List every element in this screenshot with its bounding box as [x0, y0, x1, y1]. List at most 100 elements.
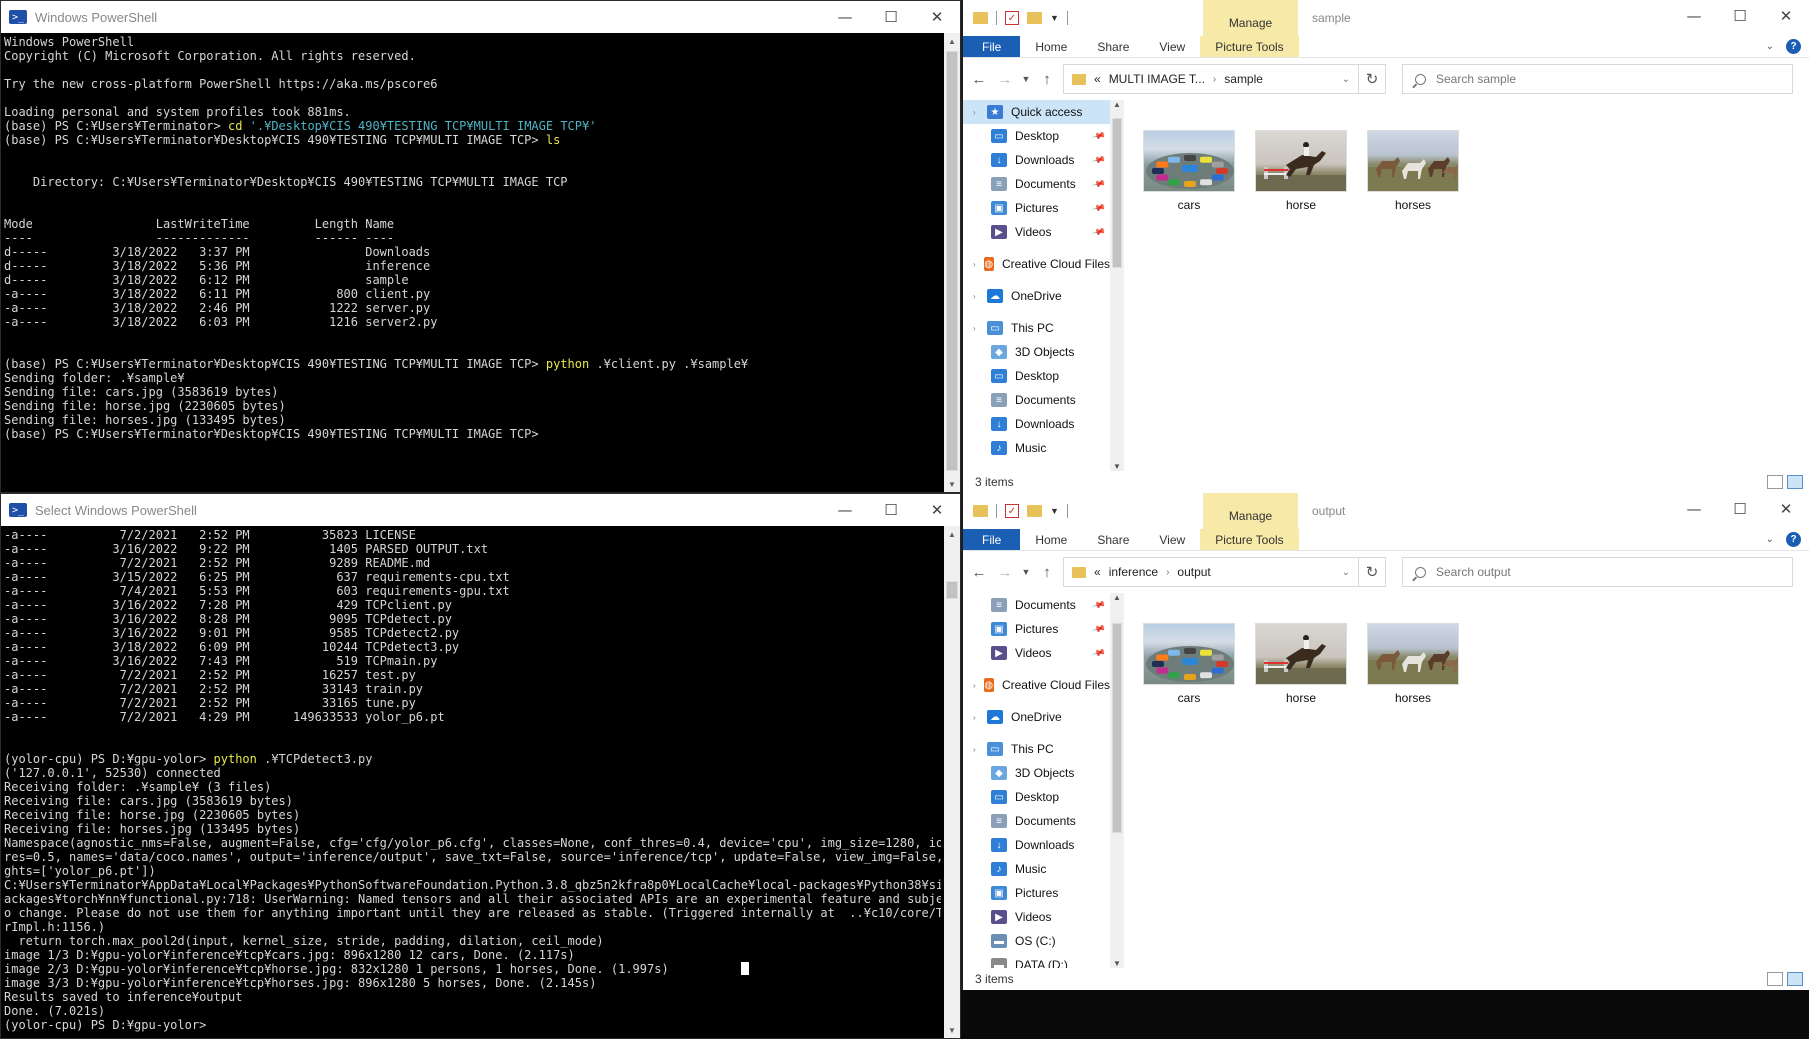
maximize-button[interactable]: ☐	[868, 494, 914, 526]
scrollbar-thumb[interactable]	[946, 581, 958, 599]
address-bar[interactable]: « MULTI IMAGE T... › sample ⌄	[1063, 64, 1359, 94]
scroll-down-arrow-icon[interactable]: ▼	[1110, 959, 1124, 968]
minimize-button[interactable]: —	[1671, 0, 1717, 32]
forward-arrow-icon[interactable]: →	[995, 71, 1015, 88]
breadcrumb-separator[interactable]: ›	[1213, 74, 1216, 85]
nav-item-3d-objects[interactable]: ◆ 3D Objects	[963, 761, 1110, 785]
breadcrumb-item[interactable]: output	[1177, 565, 1210, 579]
nav-item-pictures[interactable]: ▣ Pictures 📌	[963, 617, 1110, 641]
maximize-button[interactable]: ☐	[868, 1, 914, 33]
scrollbar-thumb[interactable]	[946, 51, 958, 471]
new-folder-icon[interactable]	[1027, 505, 1042, 517]
nav-item-desktop[interactable]: ▭ Desktop 📌	[963, 124, 1110, 148]
breadcrumb-separator[interactable]: ›	[1166, 567, 1169, 578]
image-thumbnail[interactable]	[1255, 130, 1347, 192]
close-button[interactable]: ✕	[1763, 493, 1809, 525]
expand-chevron-icon[interactable]: ›	[973, 745, 983, 754]
console-output[interactable]: Windows PowerShell Copyright (C) Microsof…	[1, 33, 944, 492]
help-icon[interactable]: ?	[1786, 532, 1801, 547]
tab-home[interactable]: Home	[1020, 36, 1082, 57]
minimize-button[interactable]: —	[822, 1, 868, 33]
nav-item-videos[interactable]: ▶ Videos 📌	[963, 641, 1110, 665]
refresh-button[interactable]: ↻	[1358, 64, 1386, 94]
image-thumbnail[interactable]	[1143, 623, 1235, 685]
tab-home[interactable]: Home	[1020, 529, 1082, 550]
customize-dropdown-icon[interactable]: ▼	[1050, 13, 1059, 23]
nav-item-creative-cloud-files[interactable]: › ◍ Creative Cloud Files	[963, 252, 1110, 276]
vertical-scrollbar[interactable]: ▲ ▼	[944, 33, 960, 492]
details-view-icon[interactable]	[1767, 972, 1783, 986]
tab-file[interactable]: File	[963, 36, 1021, 57]
explorer-window-sample[interactable]: ✓ ▼ Manage sample — ☐ ✕ File Home Share …	[961, 0, 1809, 493]
folder-icon[interactable]	[973, 12, 988, 24]
nav-item-desktop[interactable]: ▭ Desktop	[963, 785, 1110, 809]
scroll-up-arrow-icon[interactable]: ▲	[1110, 100, 1124, 109]
forward-arrow-icon[interactable]: →	[995, 564, 1015, 581]
address-bar[interactable]: « inference › output ⌄	[1063, 557, 1359, 587]
scrollbar-thumb[interactable]	[1112, 623, 1122, 833]
close-button[interactable]: ✕	[914, 1, 960, 33]
minimize-button[interactable]: —	[1671, 493, 1717, 525]
tab-picture-tools[interactable]: Picture Tools	[1200, 36, 1299, 57]
scroll-down-arrow-icon[interactable]: ▼	[944, 1022, 960, 1038]
nav-item-quick-access[interactable]: › ★ Quick access	[963, 100, 1110, 124]
tab-share[interactable]: Share	[1082, 36, 1144, 57]
powershell-window-bottom[interactable]: >_ Select Windows PowerShell — ☐ ✕ -a---…	[0, 493, 961, 1039]
file-item-horse[interactable]: horse	[1255, 130, 1347, 212]
image-thumbnail[interactable]	[1255, 623, 1347, 685]
details-view-icon[interactable]	[1767, 475, 1783, 489]
nav-item-this-pc[interactable]: › ▭ This PC	[963, 316, 1110, 340]
breadcrumb-item[interactable]: inference	[1109, 565, 1158, 579]
nav-item-videos[interactable]: ▶ Videos 📌	[963, 220, 1110, 244]
nav-item-music[interactable]: ♪ Music	[963, 857, 1110, 881]
expand-chevron-icon[interactable]: ›	[973, 324, 983, 333]
tab-view[interactable]: View	[1144, 529, 1200, 550]
back-arrow-icon[interactable]: ←	[969, 71, 989, 88]
recent-locations-icon[interactable]: ▼	[1021, 74, 1031, 84]
nav-item-data-d[interactable]: ▬ DATA (D:)	[963, 953, 1110, 968]
file-item-horse[interactable]: horse	[1255, 623, 1347, 705]
file-item-cars[interactable]: cars	[1143, 623, 1235, 705]
navigation-scrollbar[interactable]: ▲ ▼	[1110, 100, 1124, 471]
minimize-button[interactable]: —	[822, 494, 868, 526]
nav-item-music[interactable]: ♪ Music	[963, 436, 1110, 460]
explorer-titlebar[interactable]: ✓ ▼ Manage output — ☐ ✕	[963, 493, 1809, 529]
new-folder-icon[interactable]	[1027, 12, 1042, 24]
expand-chevron-icon[interactable]: ›	[973, 260, 980, 269]
file-item-horses[interactable]: horses	[1367, 623, 1459, 705]
nav-item-documents[interactable]: ≡ Documents 📌	[963, 593, 1110, 617]
powershell-titlebar[interactable]: >_ Windows PowerShell — ☐ ✕	[1, 1, 960, 33]
folder-icon[interactable]	[973, 505, 988, 517]
image-thumbnail[interactable]	[1367, 130, 1459, 192]
nav-item-3d-objects[interactable]: ◆ 3D Objects	[963, 340, 1110, 364]
scroll-up-arrow-icon[interactable]: ▲	[944, 33, 960, 49]
nav-item-videos[interactable]: ▶ Videos	[963, 905, 1110, 929]
scrollbar-thumb[interactable]	[1112, 118, 1122, 268]
large-icons-view-icon[interactable]	[1787, 972, 1803, 986]
nav-item-downloads[interactable]: ↓ Downloads	[963, 833, 1110, 857]
vertical-scrollbar[interactable]: ▲ ▼	[944, 526, 960, 1038]
expand-chevron-icon[interactable]: ›	[973, 292, 983, 301]
nav-item-this-pc[interactable]: › ▭ This PC	[963, 737, 1110, 761]
nav-item-creative-cloud-files[interactable]: › ◍ Creative Cloud Files	[963, 673, 1110, 697]
nav-item-documents[interactable]: ≡ Documents	[963, 388, 1110, 412]
scroll-down-arrow-icon[interactable]: ▼	[944, 476, 960, 492]
search-input[interactable]: Search sample	[1402, 64, 1793, 94]
expand-chevron-icon[interactable]: ›	[973, 681, 980, 690]
breadcrumb-item[interactable]: sample	[1224, 72, 1263, 86]
help-icon[interactable]: ?	[1786, 39, 1801, 54]
nav-item-downloads[interactable]: ↓ Downloads 📌	[963, 148, 1110, 172]
nav-item-onedrive[interactable]: › ☁ OneDrive	[963, 705, 1110, 729]
up-arrow-icon[interactable]: ↑	[1037, 564, 1057, 581]
manage-tab[interactable]: Manage	[1203, 493, 1298, 529]
refresh-button[interactable]: ↻	[1358, 557, 1386, 587]
nav-item-downloads[interactable]: ↓ Downloads	[963, 412, 1110, 436]
tab-file[interactable]: File	[963, 529, 1021, 550]
close-button[interactable]: ✕	[914, 494, 960, 526]
breadcrumb-item[interactable]: MULTI IMAGE T...	[1109, 72, 1205, 86]
expand-chevron-icon[interactable]: ›	[973, 713, 983, 722]
customize-dropdown-icon[interactable]: ▼	[1050, 506, 1059, 516]
manage-tab[interactable]: Manage	[1203, 0, 1298, 36]
nav-item-os-c[interactable]: ▬ OS (C:)	[963, 929, 1110, 953]
explorer-window-output[interactable]: ✓ ▼ Manage output — ☐ ✕ File Home Share …	[961, 493, 1809, 990]
